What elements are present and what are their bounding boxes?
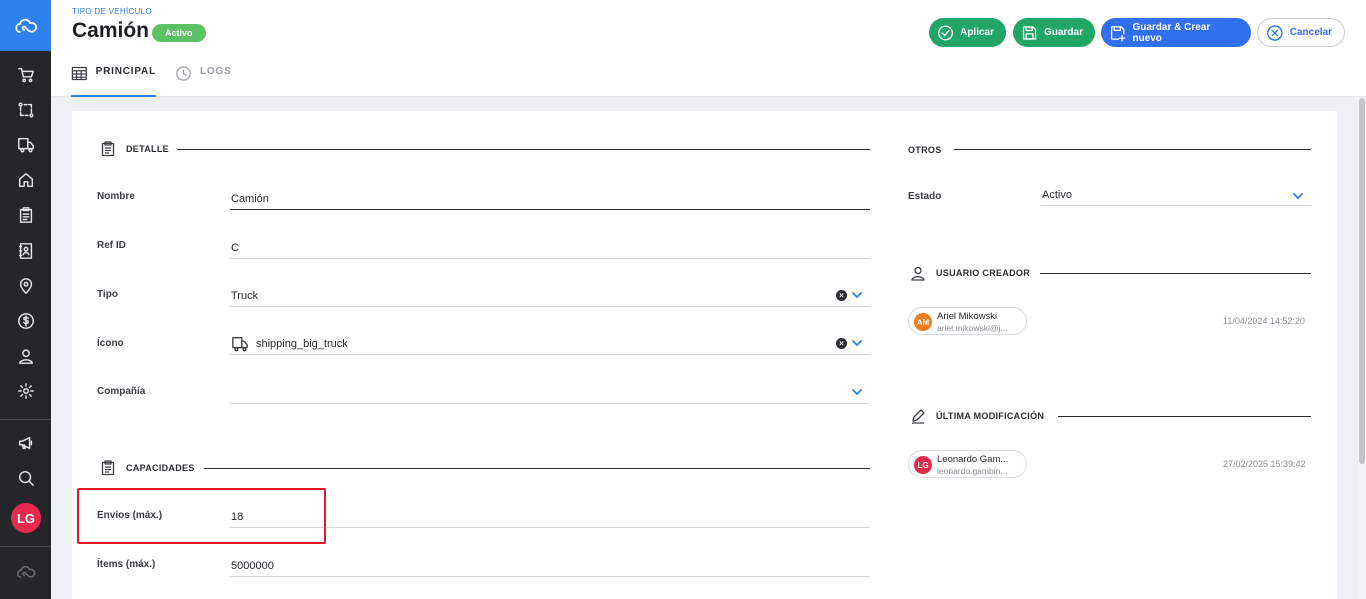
clock-icon (176, 66, 191, 81)
sidebar-divider (0, 546, 51, 547)
clipboard-icon (101, 141, 115, 157)
tipo-label: Tipo (97, 289, 118, 300)
truck-icon[interactable] (0, 130, 51, 160)
floppy-disk-plus-icon (1110, 25, 1126, 42)
section-last-modified-title: ÚLTIMA MODIFICACIÓN (936, 411, 1045, 421)
check-circle-icon (938, 25, 954, 40)
clipboard-icon[interactable] (0, 200, 51, 230)
creator-name: Ariel Mikowski (937, 311, 998, 322)
section-capacidades-heading: CAPACIDADES (100, 460, 195, 476)
section-detalle-heading: DETALLE (100, 141, 169, 157)
table-icon (71, 66, 87, 81)
home-icon[interactable] (0, 165, 51, 195)
last-modified-user-chip[interactable]: LG Leonardo Gam... leonardo.gambin... (908, 450, 1027, 478)
creator-timestamp: 11/04/2024 14:52:20 (1223, 316, 1305, 326)
chevron-down-icon[interactable] (851, 386, 863, 398)
tab-principal[interactable]: PRINCIPAL (71, 66, 156, 97)
creator-user-chip[interactable]: AM Ariel Mikowski ariel.mikowski@j... (908, 307, 1027, 335)
scrollbar-thumb[interactable] (1359, 98, 1365, 464)
sidebar-divider (0, 419, 51, 420)
floppy-disk-icon (1022, 25, 1037, 40)
section-creator-heading: USUARIO CREADOR (910, 265, 1030, 281)
user-icon[interactable] (0, 341, 51, 371)
apply-button-label: Aplicar (960, 27, 994, 38)
save-button[interactable]: Guardar (1013, 18, 1095, 47)
tipo-value: Truck (231, 290, 259, 302)
apply-button[interactable]: Aplicar (929, 18, 1006, 47)
route-icon[interactable] (0, 95, 51, 125)
search-icon[interactable] (0, 463, 51, 493)
creator-email: ariel.mikowski@j... (937, 323, 1008, 333)
chevron-down-icon[interactable] (851, 289, 863, 301)
section-capacidades-title: CAPACIDADES (126, 463, 195, 473)
cloud-logo-icon[interactable] (0, 0, 51, 51)
last-modified-email: leonardo.gambin... (937, 466, 1008, 476)
cloud-logo-icon (0, 557, 51, 587)
compania-label: Compañía (97, 386, 146, 397)
contact-book-icon[interactable] (0, 236, 51, 266)
compania-select[interactable] (230, 384, 870, 404)
section-otros-heading: OTROS (908, 145, 942, 155)
last-modified-timestamp: 27/02/2025 15:39:42 (1223, 459, 1306, 469)
items-field[interactable]: 5000000 (230, 557, 870, 577)
last-modified-name: Leonardo Gam... (937, 454, 1009, 465)
dollar-icon[interactable] (0, 306, 51, 336)
tab-logs[interactable]: LOGS (175, 66, 235, 97)
section-creator-title: USUARIO CREADOR (936, 268, 1031, 278)
clipboard-icon (101, 460, 115, 476)
chevron-down-icon[interactable] (1292, 190, 1304, 202)
clear-icon[interactable]: × (836, 338, 847, 349)
section-divider (204, 468, 870, 469)
gear-icon[interactable] (0, 376, 51, 406)
ref-id-label: Ref ID (97, 240, 126, 251)
section-otros-title: OTROS (908, 145, 942, 155)
avatar[interactable]: LG (11, 503, 41, 533)
tipo-select[interactable]: Truck × (230, 287, 870, 307)
section-detalle-title: DETALLE (126, 144, 169, 154)
tab-logs-label: LOGS (200, 66, 232, 77)
nombre-value: Camión (231, 193, 269, 205)
section-last-modified-heading: ÚLTIMA MODIFICACIÓN (910, 408, 1044, 424)
section-divider (954, 149, 1311, 150)
clear-icon[interactable]: × (836, 290, 847, 301)
cancel-button-label: Cancelar (1289, 27, 1332, 38)
cancel-button[interactable]: Cancelar (1257, 18, 1345, 47)
save-button-label: Guardar (1044, 27, 1083, 38)
envios-field[interactable]: 18 (230, 508, 870, 528)
nombre-label: Nombre (97, 191, 135, 202)
close-circle-icon (1267, 24, 1283, 41)
tab-principal-label: PRINCIPAL (95, 66, 156, 77)
nombre-field[interactable]: Camión (230, 190, 870, 210)
items-label: Ítems (máx.) (97, 559, 156, 570)
save-and-new-button[interactable]: Guardar & Crear nuevo (1101, 18, 1251, 47)
truck-icon (231, 335, 249, 352)
highlight-box (77, 488, 326, 544)
pencil-icon (912, 409, 925, 424)
chevron-down-icon[interactable] (851, 337, 863, 349)
icono-label: Ícono (97, 338, 124, 349)
estado-select[interactable]: Activo (1041, 186, 1311, 206)
avatar: LG (914, 456, 932, 474)
sidebar: LG (0, 0, 51, 599)
breadcrumb: TIPO DE VEHÍCULO (72, 7, 152, 16)
section-divider (177, 149, 870, 150)
icono-value: shipping_big_truck (256, 338, 348, 350)
section-divider (1058, 416, 1311, 417)
icono-select[interactable]: shipping_big_truck × (230, 335, 870, 355)
user-icon (911, 266, 925, 281)
estado-value: Activo (1042, 189, 1072, 201)
status-badge: Activo (152, 24, 206, 42)
megaphone-icon[interactable] (0, 428, 51, 458)
section-divider (1040, 273, 1311, 274)
save-and-new-button-label: Guardar & Crear nuevo (1132, 21, 1211, 44)
page-header: TIPO DE VEHÍCULO Camión Activo Aplicar G… (51, 0, 1366, 97)
page-title: Camión (72, 19, 150, 42)
location-pin-icon[interactable] (0, 271, 51, 301)
avatar: AM (914, 313, 932, 331)
estado-label: Estado (908, 191, 942, 202)
ref-id-value: C (231, 242, 239, 254)
items-value: 5000000 (231, 560, 274, 572)
ref-id-field[interactable]: C (230, 239, 870, 259)
cart-icon[interactable] (0, 60, 51, 90)
